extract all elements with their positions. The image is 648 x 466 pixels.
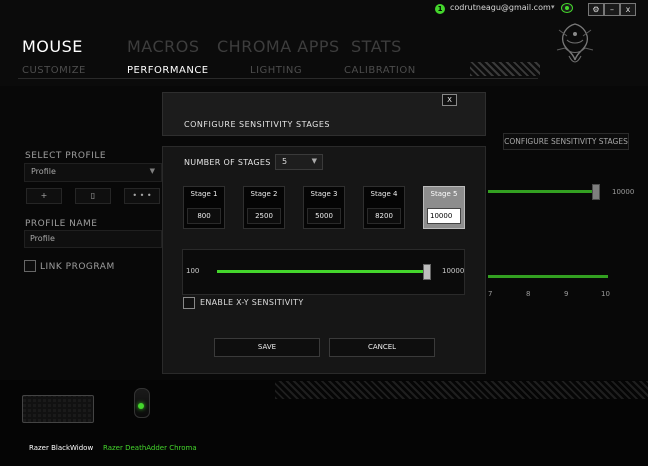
stage-value-input[interactable]: 10000 xyxy=(427,208,461,224)
subtab-calibration[interactable]: CALIBRATION xyxy=(344,65,416,76)
stage-name: Stage 5 xyxy=(430,190,458,198)
stage-name: Stage 2 xyxy=(250,190,278,198)
number-of-stages-value: 5 xyxy=(282,157,288,166)
razer-logo-icon xyxy=(556,23,594,63)
dpi-slider-handle[interactable] xyxy=(423,264,431,280)
dialog-title: CONFIGURE SENSITIVITY STAGES xyxy=(184,120,330,129)
tab-chroma-apps[interactable]: CHROMA APPS xyxy=(217,37,340,56)
stage-value-input[interactable]: 2500 xyxy=(247,208,281,224)
stage-value-input[interactable]: 800 xyxy=(187,208,221,224)
stage-name: Stage 1 xyxy=(190,190,218,198)
subtab-lighting[interactable]: LIGHTING xyxy=(250,65,302,76)
stage-value-input[interactable]: 5000 xyxy=(307,208,341,224)
dpi-slider-track[interactable] xyxy=(217,270,431,273)
device-name-deathadder[interactable]: Razer DeathAdder Chroma xyxy=(103,444,197,452)
subnav-divider xyxy=(18,78,538,79)
dpi-slider-min: 100 xyxy=(186,267,200,275)
user-email[interactable]: codrutneagu@gmail.com xyxy=(450,3,551,12)
keyboard-device-icon[interactable] xyxy=(22,395,94,423)
tab-stats[interactable]: STATS xyxy=(351,37,402,56)
stage-value-input[interactable]: 8200 xyxy=(367,208,401,224)
dpi-slider-max: 10000 xyxy=(442,267,465,275)
stage-1[interactable]: Stage 1 800 xyxy=(183,186,225,229)
xy-sensitivity-checkbox[interactable] xyxy=(183,297,195,309)
stage-name: Stage 3 xyxy=(310,190,338,198)
tab-mouse[interactable]: MOUSE xyxy=(22,37,83,56)
close-button[interactable]: x xyxy=(620,3,636,16)
minimize-button[interactable]: – xyxy=(604,3,620,16)
dialog-close-button[interactable]: X xyxy=(442,94,457,106)
stage-name: Stage 4 xyxy=(370,190,398,198)
decorative-stripes xyxy=(470,62,540,76)
dialog-header xyxy=(162,92,486,136)
stage-4[interactable]: Stage 4 8200 xyxy=(363,186,405,229)
sync-icon[interactable] xyxy=(561,3,573,13)
chevron-down-icon: ▼ xyxy=(311,157,317,165)
number-of-stages-select[interactable]: 5 ▼ xyxy=(275,154,323,170)
decorative-stripes xyxy=(275,381,648,399)
tab-macros[interactable]: MACROS xyxy=(127,37,200,56)
notification-badge[interactable]: 1 xyxy=(435,4,445,14)
settings-button[interactable]: ⚙ xyxy=(588,3,604,16)
device-name-blackwidow[interactable]: Razer BlackWidow xyxy=(29,444,93,452)
number-of-stages-label: NUMBER OF STAGES xyxy=(184,158,271,167)
stage-5[interactable]: Stage 5 10000 xyxy=(423,186,465,229)
stage-2[interactable]: Stage 2 2500 xyxy=(243,186,285,229)
xy-sensitivity-label: ENABLE X-Y SENSITIVITY xyxy=(200,298,304,307)
stage-3[interactable]: Stage 3 5000 xyxy=(303,186,345,229)
user-menu-caret[interactable]: ▾ xyxy=(551,3,555,11)
save-button[interactable]: SAVE xyxy=(214,338,320,357)
subtab-performance[interactable]: PERFORMANCE xyxy=(127,65,209,76)
mouse-glow-icon xyxy=(138,403,144,409)
cancel-button[interactable]: CANCEL xyxy=(329,338,435,357)
subtab-customize[interactable]: CUSTOMIZE xyxy=(22,65,86,76)
